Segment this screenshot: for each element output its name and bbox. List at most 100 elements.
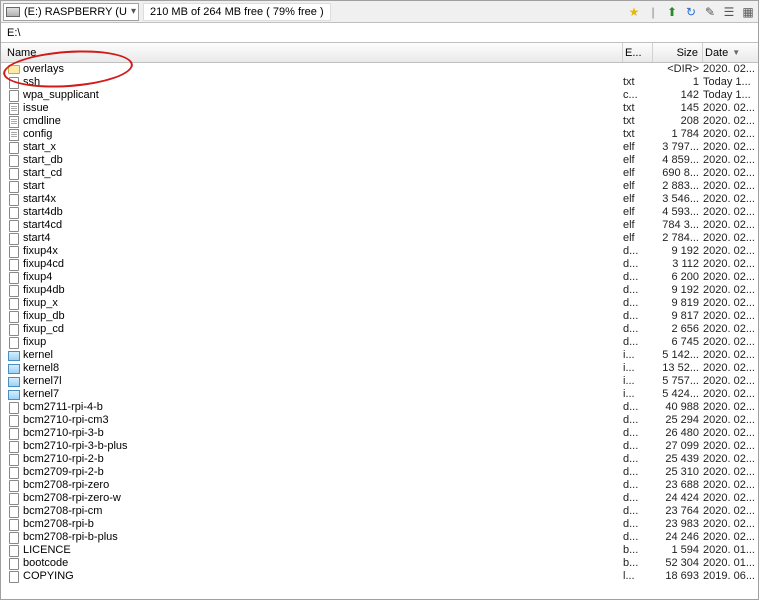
file-row[interactable]: overlays<DIR>2020. 02... [1,63,758,76]
favorite-icon[interactable]: ★ [626,4,642,20]
file-row[interactable]: start_cdelf690 8...2020. 02... [1,167,758,180]
file-ext: i... [623,388,653,401]
file-row[interactable]: start4elf2 784...2020. 02... [1,232,758,245]
file-ext: i... [623,362,653,375]
file-row[interactable]: fixup4dbd...9 1922020. 02... [1,284,758,297]
file-icon [7,207,21,219]
folder-icon [7,64,21,76]
file-date: 2020. 02... [703,349,758,362]
file-row[interactable]: bcm2708-rpi-zerod...23 6882020. 02... [1,479,758,492]
file-name: start_db [23,154,623,167]
file-icon [7,220,21,232]
file-row[interactable]: start_xelf3 797...2020. 02... [1,141,758,154]
file-row[interactable]: fixupd...6 7452020. 02... [1,336,758,349]
file-size: 13 52... [653,362,703,375]
file-name: bcm2708-rpi-zero-w [23,492,623,505]
file-size: 5 757... [653,375,703,388]
file-name: start [23,180,623,193]
file-row[interactable]: kernel7li...5 757...2020. 02... [1,375,758,388]
file-row[interactable]: bcm2708-rpi-bd...23 9832020. 02... [1,518,758,531]
file-row[interactable]: configtxt1 7842020. 02... [1,128,758,141]
file-ext: c... [623,89,653,102]
file-name: kernel7l [23,375,623,388]
file-list: overlays<DIR>2020. 02...sshtxt1Today 1..… [1,63,758,583]
file-row[interactable]: wpa_supplicantc...142Today 1... [1,89,758,102]
file-row[interactable]: bcm2708-rpi-zero-wd...24 4242020. 02... [1,492,758,505]
file-row[interactable]: bcm2711-rpi-4-bd...40 9882020. 02... [1,401,758,414]
list-icon[interactable]: ☰ [721,4,737,20]
file-row[interactable]: COPYINGl...18 6932019. 06... [1,570,758,583]
file-row[interactable]: fixup4cdd...3 1122020. 02... [1,258,758,271]
file-row[interactable]: bcm2708-rpi-b-plusd...24 2462020. 02... [1,531,758,544]
file-icon [7,558,21,570]
file-row[interactable]: fixup4d...6 2002020. 02... [1,271,758,284]
file-size: 5 142... [653,349,703,362]
header-name[interactable]: Name [1,43,623,62]
file-icon [7,168,21,180]
file-row[interactable]: start4dbelf4 593...2020. 02... [1,206,758,219]
file-row[interactable]: fixup_cdd...2 6562020. 02... [1,323,758,336]
file-size: 40 988 [653,401,703,414]
file-row[interactable]: bcm2710-rpi-3-b-plusd...27 0992020. 02..… [1,440,758,453]
file-name: fixup4db [23,284,623,297]
refresh-icon[interactable]: ↻ [683,4,699,20]
file-ext: d... [623,258,653,271]
file-name: overlays [23,63,623,76]
file-row[interactable]: start4cdelf784 3...2020. 02... [1,219,758,232]
file-row[interactable]: bootcodeb...52 3042020. 01... [1,557,758,570]
file-row[interactable]: kernel7i...5 424...2020. 02... [1,388,758,401]
file-size: 6 745 [653,336,703,349]
file-row[interactable]: startelf2 883...2020. 02... [1,180,758,193]
file-row[interactable]: kerneli...5 142...2020. 02... [1,349,758,362]
txt-icon [7,129,21,141]
file-row[interactable]: sshtxt1Today 1... [1,76,758,89]
file-date: 2020. 02... [703,362,758,375]
file-name: fixup4x [23,245,623,258]
file-row[interactable]: bcm2709-rpi-2-bd...25 3102020. 02... [1,466,758,479]
file-name: start4cd [23,219,623,232]
file-date: 2020. 02... [703,518,758,531]
file-size: 23 764 [653,505,703,518]
file-size: 23 688 [653,479,703,492]
file-row[interactable]: fixup4xd...9 1922020. 02... [1,245,758,258]
file-name: bcm2710-rpi-cm3 [23,414,623,427]
file-date: 2020. 02... [703,206,758,219]
file-icon [7,467,21,479]
file-row[interactable]: start4xelf3 546...2020. 02... [1,193,758,206]
drive-selector[interactable]: (E:) RASPBERRY (U ▾ [3,3,139,21]
header-size[interactable]: Size [653,43,703,62]
file-row[interactable]: cmdlinetxt2082020. 02... [1,115,758,128]
file-row[interactable]: fixup_dbd...9 8172020. 02... [1,310,758,323]
file-date: 2020. 02... [703,115,758,128]
file-name: start_x [23,141,623,154]
wand-icon[interactable]: ✎ [702,4,718,20]
file-date: 2020. 02... [703,466,758,479]
file-size: 25 439 [653,453,703,466]
grid-icon[interactable]: ▦ [740,4,756,20]
path-bar[interactable]: E:\ [1,23,758,43]
header-ext[interactable]: E... [623,43,653,62]
file-icon [7,194,21,206]
file-row[interactable]: start_dbelf4 859...2020. 02... [1,154,758,167]
file-icon [7,311,21,323]
separator-icon: | [645,4,661,20]
file-size: 2 784... [653,232,703,245]
file-size: 25 310 [653,466,703,479]
file-ext: d... [623,245,653,258]
up-icon[interactable]: ⬆ [664,4,680,20]
file-row[interactable]: bcm2710-rpi-2-bd...25 4392020. 02... [1,453,758,466]
header-date[interactable]: Date ▼ [703,43,758,62]
file-date: 2020. 02... [703,479,758,492]
file-size: 1 594 [653,544,703,557]
file-row[interactable]: kernel8i...13 52...2020. 02... [1,362,758,375]
file-ext: elf [623,154,653,167]
file-row[interactable]: LICENCEb...1 5942020. 01... [1,544,758,557]
file-size: 2 883... [653,180,703,193]
file-date: 2020. 02... [703,427,758,440]
file-name: bcm2710-rpi-3-b [23,427,623,440]
file-row[interactable]: bcm2708-rpi-cmd...23 7642020. 02... [1,505,758,518]
file-row[interactable]: fixup_xd...9 8192020. 02... [1,297,758,310]
file-row[interactable]: issuetxt1452020. 02... [1,102,758,115]
file-row[interactable]: bcm2710-rpi-3-bd...26 4802020. 02... [1,427,758,440]
file-row[interactable]: bcm2710-rpi-cm3d...25 2942020. 02... [1,414,758,427]
